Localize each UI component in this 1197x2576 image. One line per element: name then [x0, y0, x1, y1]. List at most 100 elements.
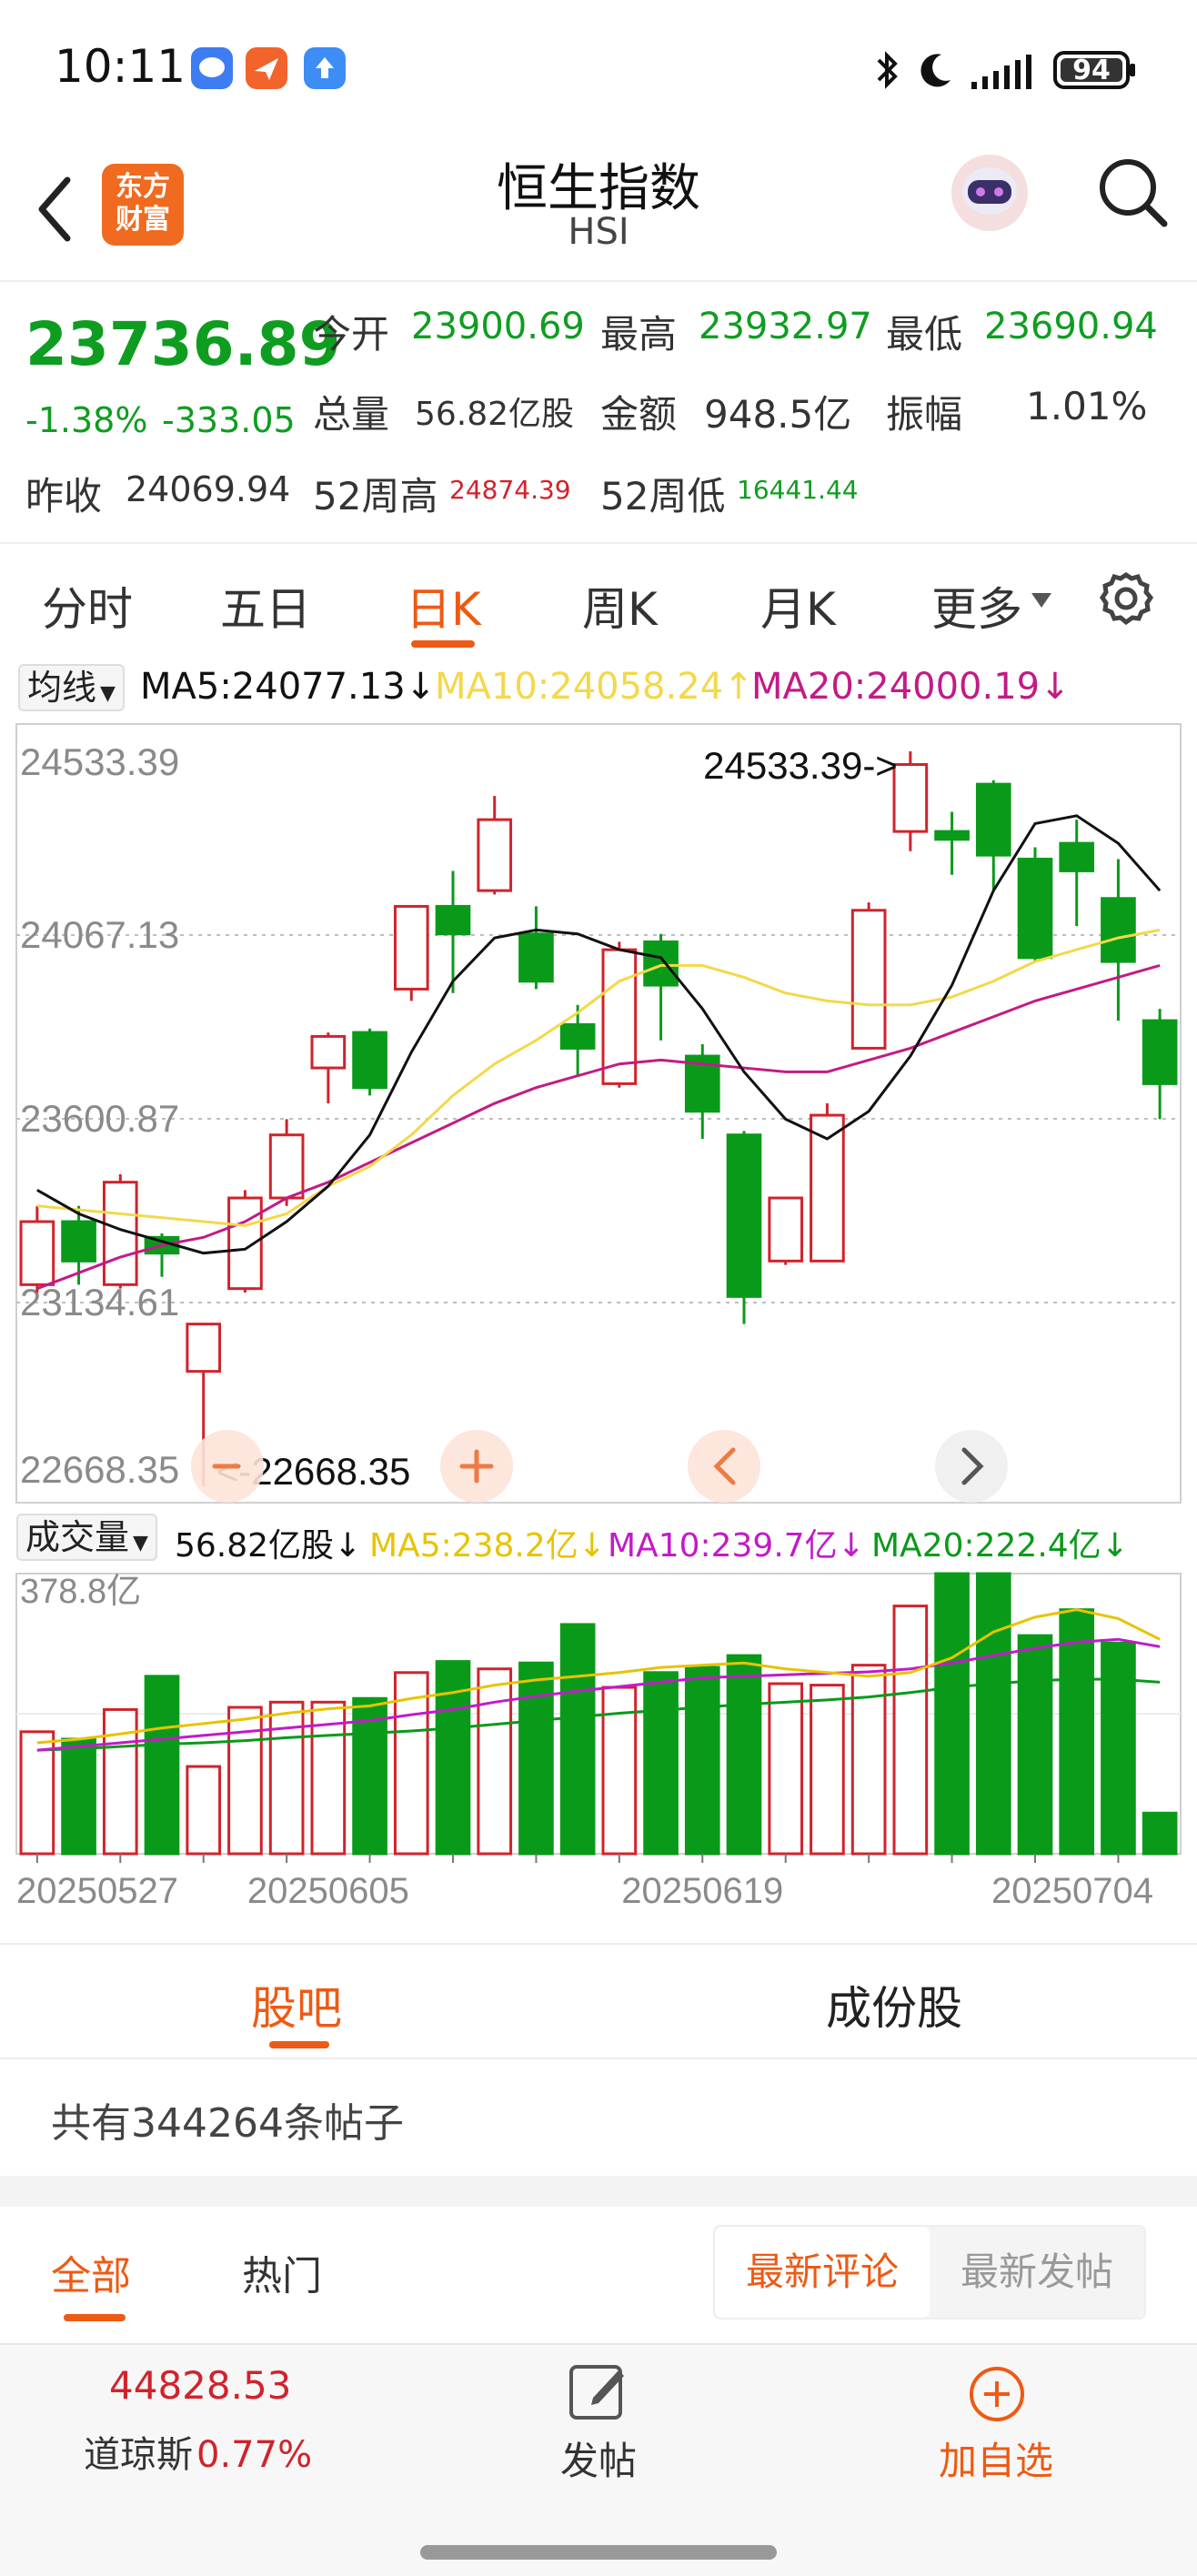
amount-value: 948.5亿	[704, 392, 852, 437]
week52-low-label: 52周低	[600, 474, 726, 518]
low-label: 最低	[886, 312, 963, 357]
candle-body	[1101, 897, 1136, 963]
volume-bar	[768, 1682, 804, 1856]
volume-max-label: 378.8亿	[20, 1573, 141, 1611]
price-tick-label: 22668.35	[20, 1448, 179, 1491]
volume-bar	[1059, 1608, 1095, 1856]
volume-bar	[186, 1765, 222, 1856]
arrow-down-icon: ↓	[1101, 1527, 1129, 1565]
tab-intraday[interactable]: 分时	[42, 573, 133, 639]
arrow-down-icon: ↓	[837, 1527, 865, 1565]
kline-chart[interactable]: 24533.39 24067.13 23600.87 23134.61 22668.35…	[0, 715, 1197, 1943]
low-value: 23690.94	[984, 306, 1158, 347]
tab-constituents[interactable]: 成份股	[826, 1972, 962, 2038]
dji-ticker[interactable]: 道琼斯 0.77%	[84, 2425, 312, 2478]
volume-bar	[518, 1661, 554, 1856]
vol-ma10: MA10:239.7亿↓	[608, 1527, 865, 1565]
date-label: 20250527	[16, 1871, 178, 1911]
open-value: 23900.69	[411, 306, 585, 347]
last-price: 23736.89	[25, 309, 341, 379]
post-count-bar: 共有344264条帖子	[0, 2058, 1197, 2176]
tab-five-day[interactable]: 五日	[220, 573, 311, 639]
ma5-line	[36, 814, 1162, 1255]
message-app-icon	[191, 47, 233, 89]
candle-body	[310, 1034, 347, 1070]
volume-bar	[810, 1684, 845, 1856]
sort-latest-post[interactable]: 最新发帖	[930, 2227, 1144, 2318]
paper-plane-app-icon	[246, 47, 287, 89]
filter-hot[interactable]: 热门	[242, 2243, 322, 2301]
volume-bar	[1142, 1811, 1178, 1856]
search-icon[interactable]	[1091, 151, 1173, 233]
high-value: 23932.97	[699, 306, 872, 347]
filter-indicator	[64, 2314, 126, 2321]
selector-triangle-icon: ▼	[100, 682, 116, 705]
date-label: 20250605	[247, 1871, 409, 1911]
dji-name: 道琼斯	[84, 2434, 193, 2476]
candle-body	[393, 904, 429, 991]
candle-body	[768, 1196, 804, 1263]
open-label: 今开	[313, 312, 390, 357]
signal-icon	[970, 51, 1042, 91]
candle-body	[1059, 841, 1095, 872]
ma20-line	[36, 963, 1161, 1291]
bottom-bar: 44828.53 道琼斯 0.77% 发帖 加自选	[0, 2343, 1197, 2576]
candle-body	[268, 1133, 305, 1200]
dji-value[interactable]: 44828.53	[109, 2363, 291, 2408]
arrow-down-icon: ↓	[578, 1527, 606, 1565]
amplitude-value: 1.01%	[1026, 384, 1148, 428]
tab-guba[interactable]: 股吧	[251, 1972, 342, 2038]
settings-gear-icon[interactable]	[1095, 569, 1157, 631]
volume-bar	[684, 1665, 720, 1856]
tab-monthly-k[interactable]: 月K	[760, 573, 836, 639]
arrow-down-icon: ↓	[1040, 666, 1071, 708]
tab-more[interactable]: 更多	[931, 573, 1022, 639]
compose-icon[interactable]	[566, 2361, 631, 2423]
post-button[interactable]: 发帖	[560, 2430, 637, 2486]
tab-weekly-k[interactable]: 周K	[582, 573, 658, 639]
volume-bar	[975, 1572, 1011, 1856]
volume-bar	[144, 1675, 180, 1856]
vol-ma5: MA5:238.2亿↓	[369, 1527, 606, 1565]
add-watchlist-icon[interactable]	[966, 2363, 1028, 2425]
candle-body	[186, 1323, 222, 1374]
filter-all[interactable]: 全部	[51, 2243, 131, 2301]
add-watchlist-button[interactable]: 加自选	[939, 2430, 1053, 2486]
volume-bar	[61, 1737, 96, 1856]
volume-bar	[1017, 1634, 1053, 1856]
community-tabs: 股吧 成份股	[0, 1943, 1197, 2058]
ma5-value: MA5:24077.13↓	[140, 666, 437, 708]
candle-body	[975, 782, 1011, 857]
clock: 10:11	[55, 40, 186, 93]
week52-low-value: 16441.44	[737, 475, 859, 505]
dropdown-triangle-icon	[1030, 589, 1053, 611]
period-tabs: 分时 五日 日K 周K 月K 更多	[0, 546, 1197, 664]
volume-bar	[892, 1605, 929, 1856]
high-label: 最高	[600, 312, 678, 357]
candle-body	[559, 1022, 596, 1050]
vol-selector[interactable]: 成交量 ▼	[16, 1514, 157, 1561]
volume-bar	[726, 1654, 762, 1856]
ma-legend: 均线 ▼ MA5:24077.13↓ MA10:24058.24↑ MA20:24…	[0, 664, 1197, 715]
bluetooth-icon	[873, 47, 900, 93]
indicator-selector[interactable]: 均线 ▼	[18, 664, 125, 711]
price-tick-label: 24067.13	[20, 913, 179, 956]
tab-daily-k[interactable]: 日K	[406, 573, 481, 639]
selector-triangle-icon: ▼	[133, 1532, 148, 1555]
active-tab-indicator	[411, 640, 475, 648]
candle-body	[477, 818, 513, 892]
status-bar: 10:11 94	[0, 0, 1197, 136]
week52-high-label: 52周高	[313, 474, 438, 518]
ma10-line	[36, 928, 1161, 1227]
candle-body	[850, 909, 887, 1050]
header: 东方 财富 恒生指数 HSI	[0, 136, 1197, 282]
moon-icon	[914, 49, 956, 91]
week52-high-value: 24874.39	[449, 475, 571, 505]
arrow-down-icon: ↓	[405, 666, 437, 708]
sort-latest-comment[interactable]: 最新评论	[715, 2227, 930, 2318]
indicator-selector-label: 均线	[27, 668, 97, 708]
arrow-down-icon: ↓	[334, 1527, 362, 1565]
scroll-left-icon-bg	[688, 1430, 760, 1503]
candle-body	[352, 1031, 387, 1090]
robot-assistant-icon[interactable]	[944, 146, 1035, 236]
